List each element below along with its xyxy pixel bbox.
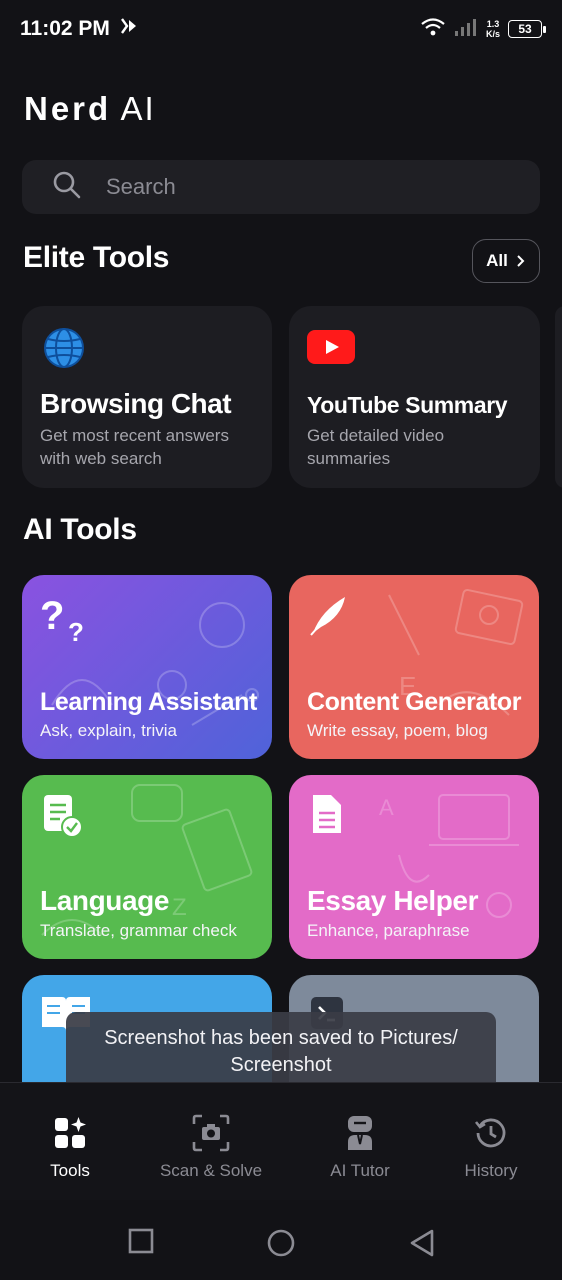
recents-square-icon[interactable] [128,1228,154,1259]
tutor-icon [320,1113,400,1153]
nav-ai-tutor[interactable]: AI Tutor [320,1113,400,1181]
tool-card-content-generator[interactable]: E Content Generator Write essay, poem, b… [289,575,539,759]
logo-bold: Nerd [24,90,112,127]
all-button[interactable]: All [472,239,540,283]
youtube-icon [307,330,355,369]
svg-text:Z: Z [172,894,187,921]
nav-tools[interactable]: Tools [40,1113,100,1181]
nav-history[interactable]: History [456,1113,526,1181]
status-time: 11:02 PM [20,17,110,40]
battery-icon: 53 [508,20,546,38]
svg-text:A: A [379,795,394,820]
elite-card-desc: Get most recent answers with web search [40,426,229,468]
elite-card-desc: Get detailed video summaries [307,426,445,468]
battery-level: 53 [518,22,532,36]
logo-light: AI [120,90,156,127]
document-check-icon [40,793,84,844]
signal-icon [454,17,478,42]
elite-card-youtube-summary[interactable]: YouTube Summary Get detailed video summa… [289,306,540,488]
toast-line-1: Screenshot has been saved to Pictures/ [104,1027,458,1049]
tools-icon [40,1113,100,1153]
chevron-right-icon [517,255,525,267]
tool-card-desc: Write essay, poem, blog [307,721,488,740]
search-icon [52,170,82,205]
wifi-icon [420,17,446,42]
app-logo: Nerd AI [24,90,156,128]
back-triangle-icon[interactable] [408,1228,436,1263]
svg-text:?: ? [68,617,84,643]
nav-label: History [464,1161,518,1180]
ai-tools-heading: AI Tools [23,513,137,546]
elite-card-title: YouTube Summary [307,392,508,418]
globe-icon [42,326,86,375]
nav-label: AI Tutor [330,1161,390,1180]
tool-card-title: Learning Assistant [40,688,257,716]
elite-card-title: Browsing Chat [40,388,232,419]
system-nav-bar [0,1200,562,1280]
question-marks-icon: ?? [40,593,94,648]
status-bar: 11:02 PM 1.3 K/s 53 [0,0,562,58]
nav-label: Scan & Solve [159,1161,263,1180]
tool-card-desc: Enhance, paraphrase [307,921,470,940]
tool-card-desc: Ask, explain, trivia [40,721,177,740]
network-speed: 1.3 K/s [486,19,500,39]
svg-text:?: ? [40,594,64,638]
all-button-label: All [486,251,508,270]
toast-line-2: Screenshot [230,1054,332,1076]
search-bar[interactable] [22,160,540,214]
search-input[interactable] [106,174,486,200]
tool-card-title: Language [40,885,170,916]
tool-card-desc: Translate, grammar check [40,921,237,940]
scan-camera-icon [156,1113,266,1153]
quill-icon [307,593,351,642]
bottom-nav: Tools Scan & Solve AI Tutor History [0,1082,562,1200]
tool-card-language[interactable]: Z Language Translate, grammar check [22,775,272,959]
tool-card-essay-helper[interactable]: A Essay Helper Enhance, paraphrase [289,775,539,959]
tool-card-learning-assistant[interactable]: ?? Learning Assistant Ask, explain, triv… [22,575,272,759]
home-circle-icon[interactable] [266,1228,296,1263]
document-icon [307,793,347,842]
toast-message: Screenshot has been saved to Pictures/ S… [66,1012,496,1092]
tool-card-title: Content Generator [307,688,522,716]
tool-card-title: Essay Helper [307,885,479,916]
speed-unit: K/s [485,29,500,39]
speed-value: 1.3 [486,19,500,29]
elite-card-peek [555,306,562,488]
nav-label: Tools [50,1161,90,1180]
nav-scan-solve[interactable]: Scan & Solve [156,1113,266,1181]
elite-card-browsing-chat[interactable]: Browsing Chat Get most recent answers wi… [22,306,272,488]
history-icon [456,1113,526,1153]
elite-tools-heading: Elite Tools [23,241,170,274]
notification-icon [118,15,140,43]
